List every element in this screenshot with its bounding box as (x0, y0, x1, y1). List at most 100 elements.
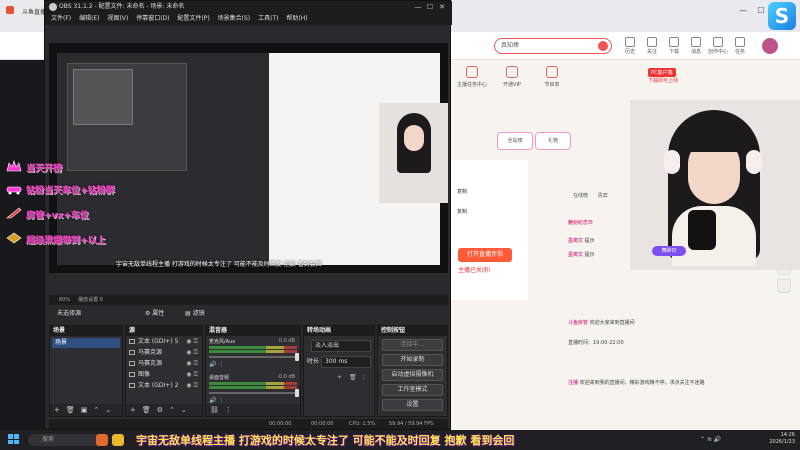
gift-button[interactable]: 礼物 (535, 132, 571, 150)
settings-button[interactable]: 设置 (382, 399, 443, 411)
cpu-usage: CPU: 1.5% (349, 421, 376, 427)
minimize-icon[interactable]: — (734, 6, 752, 15)
toolbar-messages[interactable]: 消息 (686, 35, 706, 59)
scene-item[interactable]: 场景 (52, 338, 120, 348)
filters-button[interactable]: ▤ 滤镜 (179, 308, 211, 320)
arrow-down-icon[interactable]: ⌄ (105, 406, 111, 414)
mosaic-source-icon (129, 361, 135, 366)
toolbar-tasks[interactable]: 任务 (730, 35, 750, 59)
chevron-up-icon[interactable]: ⌃ (700, 436, 705, 443)
duration-input[interactable]: 300 ms (321, 356, 371, 368)
preview-subtitle: 宇宙无敌单线程主播 打游戏的时候太专注了 可能不能及时回复 抱歉 看到会回 (116, 261, 322, 268)
speaker-icon[interactable]: 🔊 (714, 436, 721, 443)
taskbar-app-icon[interactable] (112, 434, 124, 446)
user-avatar[interactable] (762, 38, 778, 54)
menu-profile[interactable]: 配置文件(P) (177, 13, 209, 25)
toolbar-follow[interactable]: 关注 (642, 35, 662, 59)
wifi-icon[interactable]: ≋ (707, 436, 712, 443)
visibility-lock-icons[interactable]: ◉ ⚿ (186, 380, 198, 391)
menu-scene-collection[interactable]: 场景集合(S) (218, 13, 251, 25)
stream-button[interactable]: 连接中... (382, 339, 443, 351)
volume-slider[interactable] (209, 356, 297, 358)
site-rank-button[interactable]: 全站榜 (497, 132, 533, 150)
vip-link[interactable]: 开通VIP (495, 66, 529, 88)
link-icon[interactable]: ⛓ (210, 406, 219, 414)
task-center-link[interactable]: 主播任务中心 (455, 66, 489, 88)
arrow-up-icon[interactable]: ⌃ (169, 406, 175, 414)
trash-icon[interactable]: 🗑 (66, 406, 75, 414)
download-icon (669, 37, 679, 47)
add-icon[interactable]: + (130, 406, 136, 414)
scenes-footer: + 🗑 ▣ ⌃ ⌄ (50, 404, 122, 416)
taskbar-app-icon[interactable] (96, 434, 108, 446)
virtual-camera-button[interactable]: 启动虚拟摄像机 (382, 369, 443, 381)
speaker-icon[interactable]: 🔊 (209, 397, 216, 404)
kebab-menu-icon[interactable]: ⋮ (225, 406, 232, 414)
add-icon[interactable]: + (337, 372, 342, 384)
kebab-menu-icon[interactable]: ⋮ (218, 397, 224, 404)
arrow-up-icon[interactable]: ⌃ (93, 406, 99, 414)
search-icon[interactable] (598, 41, 608, 51)
mixer-channel-desktop: 桌面音频 -0.0 dB 🔊 ⋮ (209, 374, 299, 406)
record-button[interactable]: 开始录制 (382, 354, 443, 366)
source-item[interactable]: 文本 (GDI+) 5 ◉ ⚿ (126, 336, 202, 347)
kebab-menu-icon[interactable]: ⋮ (218, 361, 224, 368)
source-item[interactable]: 马赛克源 ◉ ⚿ (126, 358, 202, 369)
close-icon[interactable]: ✕ (436, 1, 448, 13)
scenes-dock: 场景 场景 + 🗑 ▣ ⌃ ⌄ (49, 325, 123, 417)
copy-row-1[interactable]: 复制 (457, 188, 523, 198)
volume-slider[interactable] (209, 392, 297, 394)
kebab-menu-icon[interactable]: ⋮ (361, 372, 367, 384)
channel-name: 麦克风/Aux (209, 339, 236, 345)
menu-tools[interactable]: 工具(T) (258, 13, 278, 25)
studio-mode-button[interactable]: 工作室模式 (382, 384, 443, 396)
speaker-icon[interactable]: 🔊 (209, 361, 216, 368)
stream-time: 00:00:00 (311, 421, 334, 427)
source-item[interactable]: 文本 (GDI+) 2 ◉ ⚿ (126, 380, 202, 391)
toolbar-download[interactable]: 下载 (664, 35, 684, 59)
menu-view[interactable]: 视图(V) (107, 13, 128, 25)
obs-window: OBS 31.1.2 - 配置文件: 未命名 - 场景: 未命名 — ☐ ✕ 文件(… (44, 0, 452, 430)
toolbar-creator[interactable]: 创作中心 (708, 35, 728, 59)
visibility-lock-icons[interactable]: ◉ ⚿ (186, 347, 198, 358)
open-companion-button[interactable]: 打开直播伴侣 (458, 248, 512, 262)
menu-docks[interactable]: 停靠窗口(D) (136, 13, 169, 25)
visibility-lock-icons[interactable]: ◉ ⚿ (186, 358, 198, 369)
volume-slider-handle[interactable] (295, 353, 299, 361)
mixer-channel-mic: 麦克风/Aux 0.0 dB 🔊 ⋮ (209, 338, 299, 370)
copy-row-2[interactable]: 复制 (457, 208, 523, 218)
webcam-tag: 舞醉日 (652, 246, 686, 256)
site-search-input[interactable]: 真知棒 (494, 38, 612, 54)
config-icon[interactable]: ▣ (81, 406, 88, 414)
rocket-icon (6, 207, 22, 219)
transition-select[interactable]: 淡入淡出 (311, 340, 371, 352)
sources-footer: + 🗑 ⚙ ⌃ ⌄ (126, 404, 202, 416)
toolbar-history[interactable]: 历史 (620, 35, 640, 59)
volume-slider-handle[interactable] (295, 389, 299, 397)
trash-icon[interactable]: 🗑 (142, 406, 151, 414)
pc-client-promo[interactable]: PC客户端 下载即可上线 (648, 68, 718, 94)
text-source-icon (129, 383, 135, 388)
taskbar-clock[interactable]: 14:26 2026/1/23 (755, 432, 795, 446)
volume-meter (209, 382, 297, 385)
menu-file[interactable]: 文件(F) (51, 13, 71, 25)
action-icon[interactable] (777, 279, 791, 293)
gear-icon[interactable]: ⚙ (157, 406, 163, 414)
menu-edit[interactable]: 编辑(E) (79, 13, 99, 25)
visibility-lock-icons[interactable]: ◉ ⚿ (186, 369, 198, 380)
properties-button[interactable]: ⚙ 属性 (139, 308, 170, 320)
maximize-icon[interactable]: ☐ (424, 1, 436, 13)
windows-start-icon[interactable] (8, 434, 19, 444)
menu-help[interactable]: 帮助(H) (286, 13, 307, 25)
arrow-down-icon[interactable]: ⌄ (181, 406, 187, 414)
obs-preview[interactable] (49, 43, 448, 273)
obs-window-controls: — ☐ ✕ (412, 1, 448, 13)
list-item: 注播 欢迎来到我的直播间，精彩游戏精不停，求点关注不迷路 (568, 380, 705, 386)
minimize-icon[interactable]: — (412, 1, 424, 13)
add-icon[interactable]: + (54, 406, 60, 414)
source-item[interactable]: 马赛克源 ◉ ⚿ (126, 347, 202, 358)
source-item[interactable]: 图像 ◉ ⚿ (126, 369, 202, 380)
trash-icon[interactable]: 🗑 (349, 372, 357, 384)
schedule-link[interactable]: 节目单 (535, 66, 569, 88)
visibility-lock-icons[interactable]: ◉ ⚿ (186, 336, 198, 347)
